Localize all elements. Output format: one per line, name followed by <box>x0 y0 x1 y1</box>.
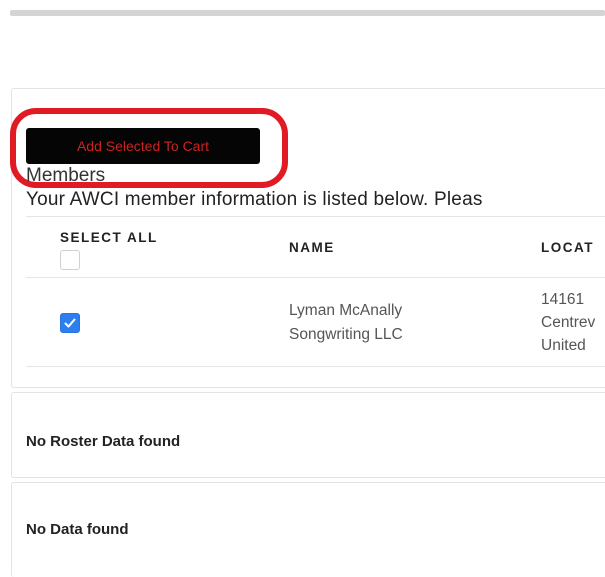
add-selected-to-cart-button[interactable]: Add Selected To Cart <box>26 128 260 164</box>
member-location-line: United <box>541 337 586 354</box>
member-location-cell: 14161 Centrev United <box>541 288 595 357</box>
table-top-divider <box>26 216 605 217</box>
member-location-line: 14161 <box>541 291 585 308</box>
member-name-line: Lyman McAnally <box>289 302 403 319</box>
member-name-line: Songwriting LLC <box>289 326 403 343</box>
page: Add Selected To Cart Members Your AWCI m… <box>0 0 605 577</box>
members-intro-text: Your AWCI member information is listed b… <box>26 189 483 210</box>
member-row-checkbox[interactable] <box>60 313 80 333</box>
members-heading: Members <box>26 165 106 186</box>
header-divider <box>26 277 605 278</box>
checkmark-icon <box>64 318 76 328</box>
member-location-line: Centrev <box>541 314 596 331</box>
row-divider <box>26 366 605 367</box>
no-roster-data-message: No Roster Data found <box>26 433 181 450</box>
top-scroll-bar <box>10 10 605 16</box>
select-all-header: SELECT ALL <box>60 230 158 245</box>
no-data-message: No Data found <box>26 521 129 538</box>
select-all-checkbox[interactable] <box>60 250 80 270</box>
member-name-cell: Lyman McAnally Songwriting LLC <box>289 299 479 347</box>
location-column-header: LOCAT <box>541 240 594 255</box>
name-column-header: NAME <box>289 240 335 255</box>
